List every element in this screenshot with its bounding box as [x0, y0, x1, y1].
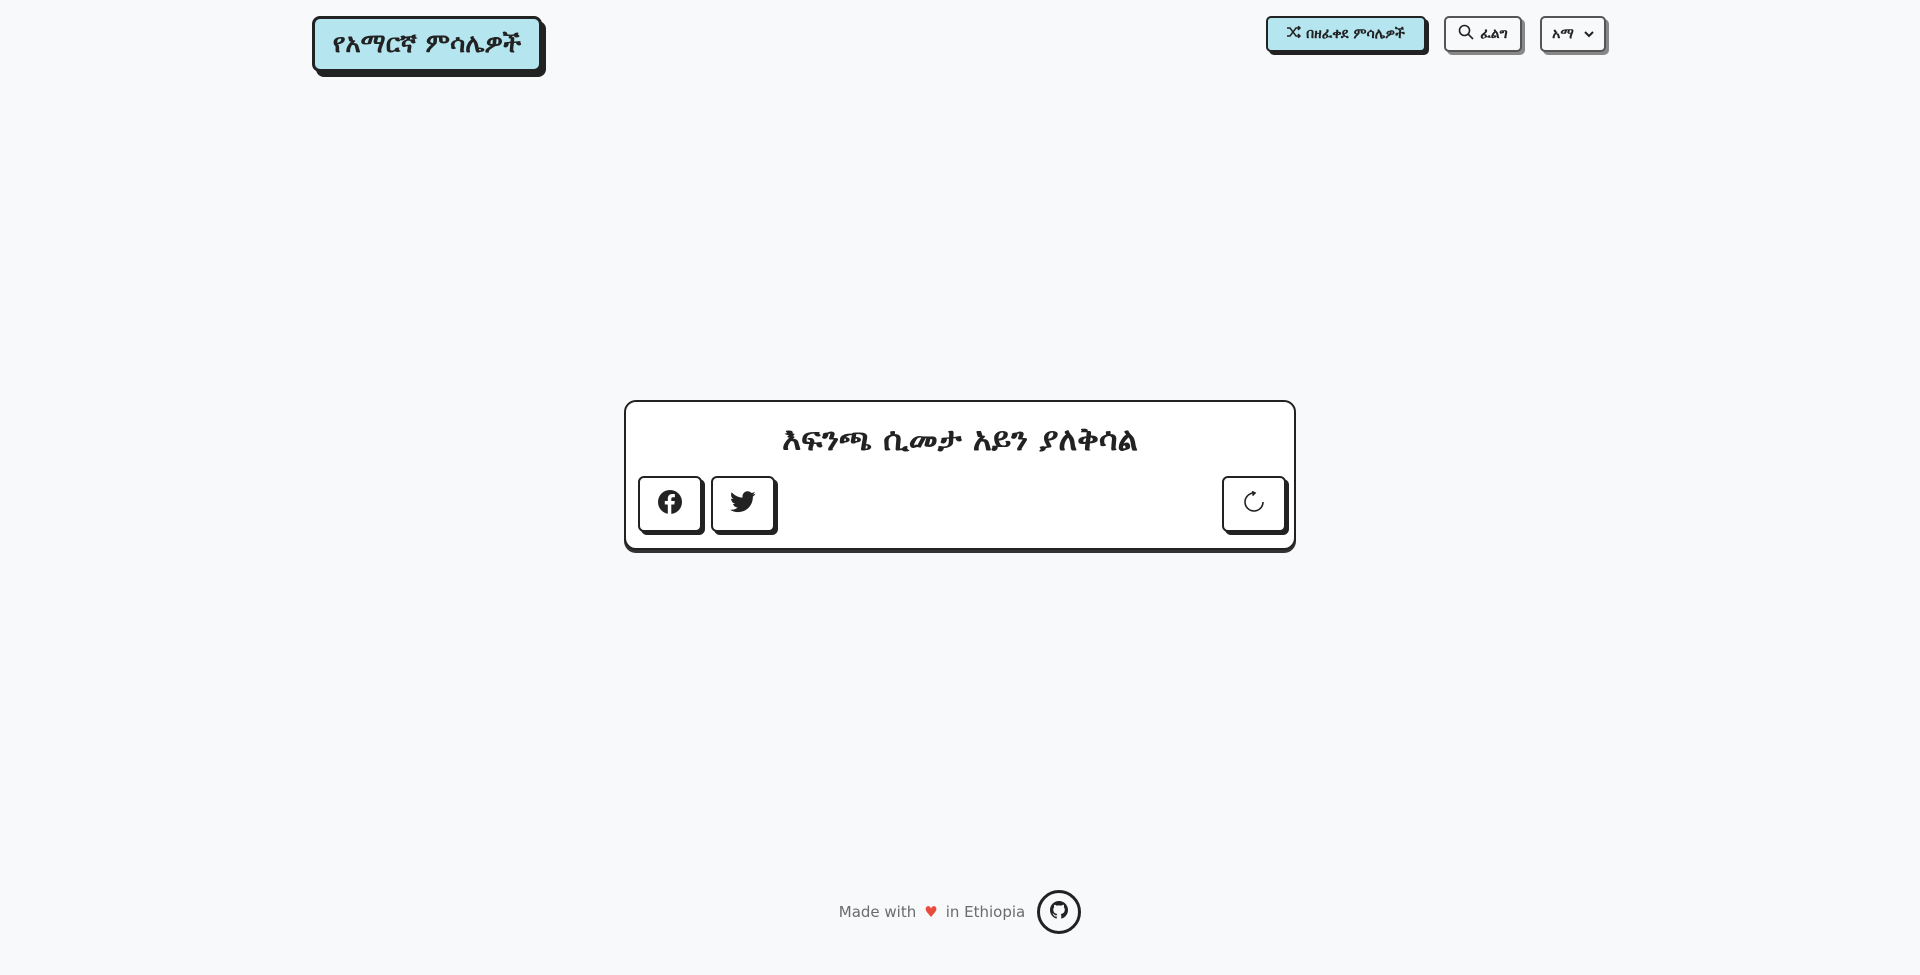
github-icon	[1050, 901, 1069, 923]
footer-made-with: Made with	[838, 903, 917, 921]
refresh-icon	[1243, 490, 1265, 517]
heart-icon: ♥	[924, 903, 938, 921]
search-button[interactable]: ፈልግ	[1444, 16, 1522, 52]
site-logo[interactable]: የአማርኛ ምሳሌዎች	[312, 16, 542, 72]
footer: Made with ♥ in Ethiopia	[0, 890, 1920, 934]
page: የአማርኛ ምሳሌዎች በዘፈቀደ ምሳሌዎች ፈልግ አማ እፍንጫ ሲመታ …	[0, 0, 1920, 975]
search-label: ፈልግ	[1480, 26, 1508, 42]
language-selected-value: አማ	[1552, 26, 1574, 42]
share-twitter-button[interactable]	[711, 476, 775, 532]
facebook-icon	[657, 489, 683, 519]
twitter-icon	[730, 491, 756, 517]
proverb-text: እፍንጫ ሲመታ አይን ያለቅሳል	[782, 420, 1138, 458]
random-proverbs-label: በዘፈቀደ ምሳሌዎች	[1306, 26, 1405, 42]
shuffle-icon	[1287, 25, 1302, 42]
refresh-proverb-button[interactable]	[1222, 476, 1286, 532]
chevron-down-icon	[1584, 26, 1594, 42]
language-select[interactable]: አማ	[1540, 16, 1606, 52]
random-proverbs-button[interactable]: በዘፈቀደ ምሳሌዎች	[1266, 16, 1426, 52]
github-link[interactable]	[1037, 890, 1082, 934]
footer-country: in Ethiopia	[945, 903, 1026, 921]
site-title: የአማርኛ ምሳሌዎች	[332, 28, 522, 59]
proverb-card: እፍንጫ ሲመታ አይን ያለቅሳል	[624, 400, 1296, 550]
share-facebook-button[interactable]	[638, 476, 702, 532]
search-icon	[1458, 24, 1474, 44]
